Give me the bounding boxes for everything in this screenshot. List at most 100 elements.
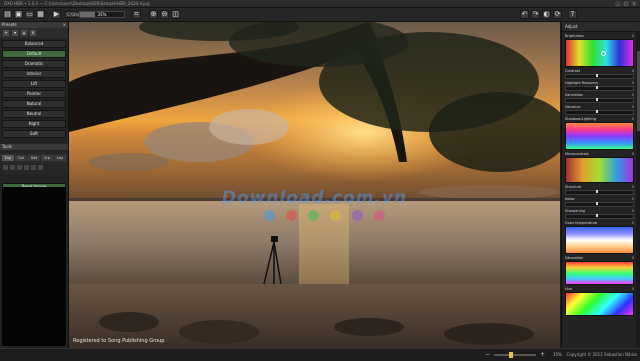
rotate-icon[interactable]: ⟳ [553,10,562,19]
tools-header-label: Tools [2,144,12,149]
microcontrast-wheel[interactable] [565,157,634,183]
window-title: DXO HDR • 1.0.4 — C:\Users\user\Desktop\… [4,1,150,6]
preset-item[interactable]: Natural [2,100,66,108]
wheel-cursor[interactable] [601,51,606,56]
preset-item[interactable]: Neutral [2,110,66,118]
registration-credit: Registered to Song Publishing Group [73,338,165,344]
presets-header-label: Presets [2,22,17,27]
copyright-text: Copyright © 2012 Sebastian Nibisz [566,352,638,357]
zoom-slider[interactable]: 35% [79,11,125,18]
title-bar: DXO HDR • 1.0.4 — C:\Users\user\Desktop\… [0,0,640,8]
delete-icon[interactable]: × [30,30,36,36]
slider-knob[interactable] [596,214,598,217]
open-file-icon[interactable]: ▤ [3,10,12,19]
watermark-dots [264,210,385,221]
slider-knob[interactable] [596,202,598,205]
temperature-wheel[interactable] [565,226,634,254]
preset-item[interactable]: Lift [2,80,66,88]
slider-knob[interactable] [596,86,598,89]
gradient-icon[interactable] [17,165,22,170]
tab-exposure[interactable]: Exp [2,155,14,161]
lighting-wheel[interactable] [565,122,634,150]
preset-toolbar: + ▾ ▴ × [0,28,68,38]
import-icon[interactable]: ▾ [12,30,18,36]
watermark-dot [286,210,297,221]
tab-crop[interactable]: Crp [41,155,53,161]
preset-item[interactable]: Painter [2,90,66,98]
redo-icon[interactable]: ↷ [531,10,540,19]
right-panel: Adjust Brightness 0 Contrast 0 Highlight R… [561,22,640,348]
zoom-slider-label: 35% [97,12,107,17]
adjust-header: Adjust [562,22,640,32]
maximize-button[interactable]: □ [623,1,629,6]
brush-icon[interactable] [3,165,8,170]
undo-icon[interactable]: ↶ [520,10,529,19]
print-icon[interactable]: ▦ [36,10,45,19]
close-button[interactable]: ✕ [631,1,637,6]
preset-item[interactable]: Soft [2,130,66,138]
help-icon[interactable]: ? [568,10,577,19]
slider-knob[interactable] [596,190,598,193]
watermark-dot [330,210,341,221]
save-icon[interactable]: ▣ [14,10,23,19]
tools-tabs: Exp Col Det Crp Lay [0,153,68,163]
slider-knob[interactable] [596,98,598,101]
zoom-percent: 35% [553,352,562,357]
watermark-dot [374,210,385,221]
adjust-header-label: Adjust [565,24,578,29]
minimize-button[interactable]: _ [615,1,621,6]
right-scrollbar[interactable] [636,31,640,348]
tool-icons [0,163,68,175]
folder-icon[interactable]: ▭ [25,10,34,19]
highlight-slider[interactable] [565,86,634,91]
watermark-dot [264,210,275,221]
left-panel: Presets × + ▾ ▴ × Balanced Default Drama… [0,22,69,348]
lock-icon[interactable] [38,165,43,170]
presets-header: Presets × [0,22,68,28]
preset-list: Balanced Default Dramatic Interior Lift … [0,38,68,142]
color-wheel[interactable] [565,39,634,67]
preset-item[interactable]: Night [2,120,66,128]
fit-icon[interactable]: ◫ [171,10,180,19]
preset-item[interactable]: Dramatic [2,60,66,68]
picker-icon[interactable] [31,165,36,170]
hue-wheel[interactable] [565,292,634,316]
image-canvas[interactable]: Download.com.vn Registered to Song Publi… [69,22,560,348]
preset-item[interactable]: Interior [2,70,66,78]
photo [69,22,560,348]
zoom-out-icon[interactable]: ⊖ [160,10,169,19]
empty-panel-area [2,187,66,346]
slider-knob[interactable] [596,74,598,77]
zoom-out-icon[interactable]: − [484,351,491,358]
noise-slider[interactable] [565,202,634,207]
vibrance-slider[interactable] [565,110,634,115]
window-controls: _ □ ✕ [615,1,637,6]
zoom-in-icon[interactable]: + [539,351,546,358]
compare-icon[interactable]: ◐ [542,10,551,19]
watermark: Download.com.vn [221,188,408,208]
saturation-wheel[interactable] [565,261,634,285]
slider-knob[interactable] [596,110,598,113]
saturation-slider[interactable] [565,98,634,103]
new-preset-icon[interactable]: + [3,30,9,36]
tab-detail[interactable]: Det [28,155,40,161]
tab-color[interactable]: Col [15,155,27,161]
preset-item[interactable]: Balanced [2,40,66,48]
status-bar: − + 35% Copyright © 2012 Sebastian Nibis… [0,348,640,361]
tab-layers[interactable]: Lay [54,155,66,161]
export-icon[interactable]: ▴ [21,30,27,36]
crop-icon[interactable]: ⌗ [132,10,141,19]
structure-slider[interactable] [565,190,634,195]
contrast-slider[interactable] [565,74,634,79]
status-zoom-slider[interactable] [494,352,536,358]
mask-icon[interactable] [24,165,29,170]
adjust-section: Brightness 0 Contrast 0 Highlight Recovery… [565,34,634,316]
zoom-knob[interactable] [509,352,513,358]
play-icon[interactable]: ▶ [52,10,61,19]
sharpening-slider[interactable] [565,214,634,219]
eraser-icon[interactable] [10,165,15,170]
preset-item-selected[interactable]: Default [2,50,66,58]
watermark-dot [352,210,363,221]
close-icon[interactable]: × [63,22,66,28]
zoom-in-icon[interactable]: ⊕ [149,10,158,19]
